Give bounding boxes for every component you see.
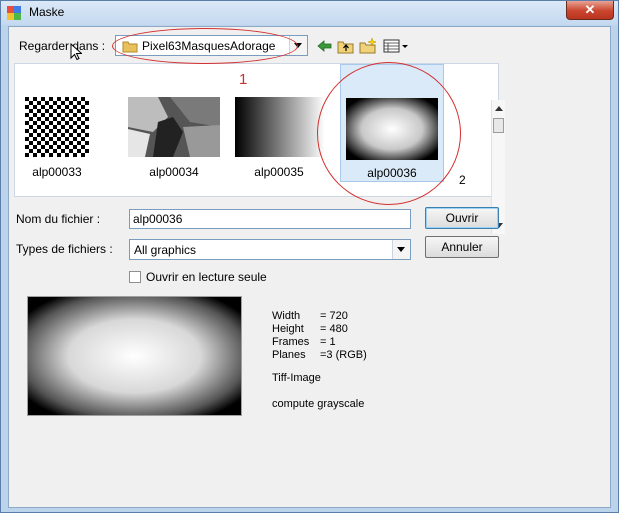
annotation-number-2: 2 bbox=[459, 173, 466, 187]
scroll-up-icon[interactable] bbox=[495, 106, 503, 111]
folder-up-icon[interactable] bbox=[336, 37, 356, 55]
chevron-down-icon[interactable] bbox=[392, 240, 410, 259]
scrollbar-thumb[interactable] bbox=[493, 118, 504, 133]
close-icon: ✕ bbox=[584, 2, 596, 17]
info-compute: compute grayscale bbox=[272, 398, 365, 410]
new-folder-icon[interactable] bbox=[358, 37, 378, 55]
file-item-selected[interactable]: alp00036 bbox=[340, 64, 444, 182]
open-file-dialog: Maske ✕ Regarder dans : Pixel63MasquesAd… bbox=[0, 0, 619, 513]
info-planes-label: Planes bbox=[272, 349, 306, 361]
filetype-dropdown[interactable]: All graphics bbox=[129, 239, 411, 260]
title-bar[interactable]: Maske ✕ bbox=[1, 1, 618, 25]
app-icon bbox=[7, 6, 21, 20]
info-height-value: = 480 bbox=[320, 323, 348, 335]
view-menu-icon[interactable] bbox=[382, 37, 410, 55]
info-width-label: Width bbox=[272, 310, 301, 322]
back-arrow-icon[interactable] bbox=[315, 37, 335, 55]
look-in-dropdown[interactable]: Pixel63MasquesAdorage bbox=[115, 35, 308, 56]
file-item[interactable]: alp00033 bbox=[17, 64, 117, 184]
filename-label: Nom du fichier : bbox=[16, 212, 101, 226]
info-frames-label: Frames bbox=[272, 336, 310, 348]
cancel-button[interactable]: Annuler bbox=[425, 236, 499, 258]
info-format: Tiff-Image bbox=[272, 372, 321, 384]
thumbnail-checkerboard bbox=[25, 97, 89, 157]
file-list[interactable]: alp00033 alp00034 alp00035 alp00036 bbox=[14, 63, 505, 234]
folder-icon bbox=[122, 41, 138, 53]
look-in-value: Pixel63MasquesAdorage bbox=[142, 39, 276, 53]
file-name: alp00033 bbox=[32, 165, 82, 179]
filetype-value: All graphics bbox=[134, 243, 197, 257]
info-height-label: Height bbox=[272, 323, 304, 335]
dialog-body: Regarder dans : Pixel63MasquesAdorage al… bbox=[8, 26, 611, 508]
filename-input[interactable] bbox=[130, 210, 410, 228]
image-info: Width = 720 Height = 480 Frames = 1 Planes =… bbox=[272, 310, 367, 411]
annotation-number-1: 1 bbox=[239, 71, 248, 88]
file-name: alp00034 bbox=[149, 165, 199, 179]
thumbnail-gray-shapes bbox=[128, 97, 220, 157]
thumbnail-horizontal-gradient bbox=[235, 97, 325, 157]
thumbnail-vignette-gradient bbox=[346, 98, 438, 160]
file-name: alp00035 bbox=[254, 165, 304, 179]
readonly-label: Ouvrir en lecture seule bbox=[146, 270, 267, 284]
open-button[interactable]: Ouvrir bbox=[425, 207, 499, 229]
chevron-down-icon[interactable] bbox=[289, 36, 307, 55]
image-preview bbox=[27, 296, 242, 416]
filetype-label: Types de fichiers : bbox=[16, 242, 113, 256]
look-in-label: Regarder dans : bbox=[19, 39, 106, 53]
filename-field[interactable] bbox=[129, 209, 411, 229]
window-title: Maske bbox=[29, 5, 65, 19]
file-name: alp00036 bbox=[367, 166, 417, 180]
info-width-value: = 720 bbox=[320, 310, 348, 322]
readonly-checkbox[interactable] bbox=[129, 271, 141, 283]
close-button[interactable]: ✕ bbox=[566, 1, 614, 20]
info-frames-value: = 1 bbox=[320, 336, 336, 348]
info-planes-value: =3 (RGB) bbox=[320, 349, 367, 361]
mouse-cursor-icon bbox=[70, 43, 82, 61]
file-item[interactable]: alp00034 bbox=[120, 64, 220, 184]
